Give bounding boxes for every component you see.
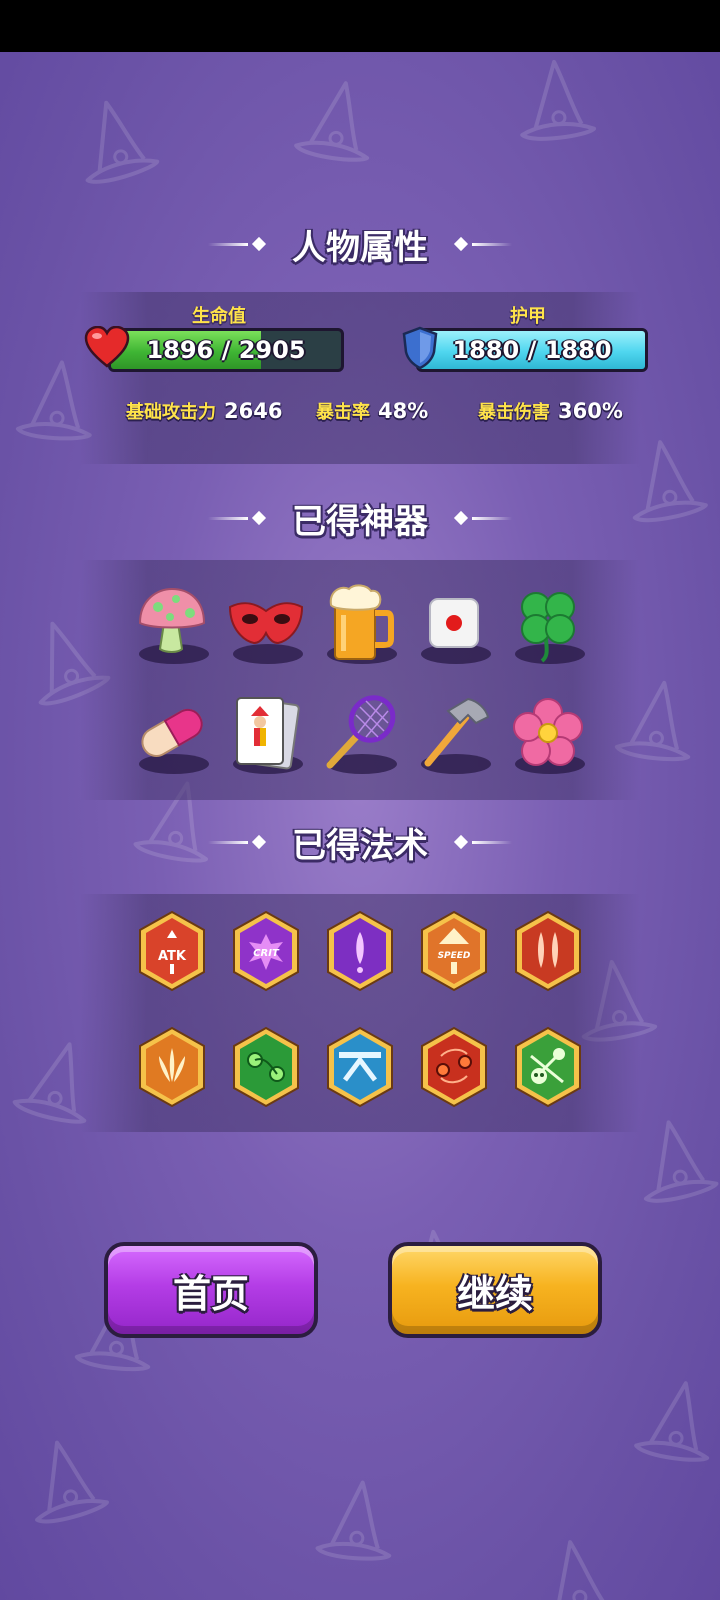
stat-crit-damage: 暴击伤害 360% — [478, 398, 623, 424]
title-decoration-left — [208, 834, 270, 850]
spell-badge[interactable] — [313, 894, 407, 1010]
spell-badge[interactable]: ATK — [125, 894, 219, 1010]
beer-mug-icon — [329, 584, 394, 660]
wizard-hat-pattern-icon — [294, 81, 370, 162]
spell-badge[interactable] — [501, 1010, 595, 1126]
spell-badge[interactable] — [125, 1010, 219, 1126]
fire-orbs-badge-icon — [421, 1026, 487, 1108]
artifact-item[interactable] — [219, 568, 313, 678]
crit-badge-icon: CRIT — [233, 910, 299, 992]
title-decoration-left — [208, 236, 270, 252]
artifact-item[interactable] — [407, 678, 501, 788]
armor-bar: 1880 / 1880 — [416, 328, 648, 372]
artifact-item[interactable] — [125, 568, 219, 678]
artifacts-title: 已得神器 — [0, 488, 720, 548]
title-decoration-left — [208, 510, 270, 526]
spell-badge[interactable]: SPEED — [407, 894, 501, 1010]
stat-base-attack: 基础攻击力 2646 — [126, 398, 282, 424]
stat-crit-damage-label: 暴击伤害 — [478, 402, 550, 423]
dice-icon — [429, 598, 479, 648]
artifact-item[interactable] — [501, 678, 595, 788]
stat-base-attack-label: 基础攻击力 — [126, 402, 216, 423]
stat-crit-rate-label: 暴击率 — [316, 402, 370, 423]
tennis-racket-icon — [326, 695, 396, 769]
spell-badge[interactable]: CRIT — [219, 894, 313, 1010]
spell-text-crit: CRIT — [253, 948, 280, 959]
pink-flower-icon — [513, 698, 583, 766]
spells-title: 已得法术 — [0, 812, 720, 872]
spells-panel: ATK CRIT SPEED — [80, 894, 640, 1132]
skull-chain-badge-icon — [515, 1026, 581, 1108]
spell-badge[interactable] — [501, 894, 595, 1010]
shield-icon — [402, 326, 438, 370]
spell-text-speed: SPEED — [438, 951, 471, 961]
title-decoration-right — [450, 510, 512, 526]
wizard-hat-pattern-icon — [315, 1480, 392, 1561]
mushroom-icon — [138, 587, 206, 653]
artifact-item[interactable] — [125, 678, 219, 788]
artifacts-grid — [125, 568, 595, 788]
heart-icon — [84, 326, 130, 368]
speed-up-badge-icon: SPEED — [421, 910, 487, 992]
stat-crit-damage-value: 360% — [558, 399, 623, 423]
spell-text-atk: ATK — [158, 949, 187, 964]
hp-value: 1896 / 2905 — [146, 336, 306, 364]
wizard-hat-pattern-icon — [542, 1540, 618, 1600]
pill-capsule-icon — [141, 708, 203, 757]
armor-value: 1880 / 1880 — [452, 336, 612, 364]
armor-label: 护甲 — [510, 306, 546, 327]
title-decoration-right — [450, 834, 512, 850]
artifact-item[interactable] — [501, 568, 595, 678]
spread-shot-badge-icon — [139, 1026, 205, 1108]
home-button[interactable]: 首页 — [104, 1242, 318, 1338]
arrow-shot-badge-icon — [327, 910, 393, 992]
artifacts-title-text: 已得神器 — [292, 501, 428, 542]
stat-crit-rate-value: 48% — [378, 399, 429, 423]
attributes-title: 人物属性 — [0, 214, 720, 274]
bounce-arrow-badge-icon — [327, 1026, 393, 1108]
wizard-hat-pattern-icon — [520, 59, 597, 141]
wizard-hat-pattern-icon — [634, 1381, 710, 1462]
mask-icon — [228, 602, 304, 645]
stat-crit-rate: 暴击率 48% — [316, 398, 428, 424]
attributes-title-text: 人物属性 — [292, 227, 428, 268]
artifact-item[interactable] — [407, 568, 501, 678]
wizard-hat-pattern-icon — [35, 1440, 109, 1524]
artifact-item[interactable] — [219, 678, 313, 788]
artifacts-panel — [80, 560, 640, 800]
spells-grid: ATK CRIT SPEED — [125, 894, 595, 1126]
stat-base-attack-value: 2646 — [224, 399, 283, 423]
spell-badge[interactable] — [313, 1010, 407, 1126]
double-arrow-badge-icon — [515, 910, 581, 992]
spell-badge[interactable] — [407, 1010, 501, 1126]
attack-up-badge-icon: ATK — [139, 910, 205, 992]
hp-label: 生命值 — [192, 306, 246, 327]
attributes-panel: 生命值 1896 / 2905 护甲 1880 / 1880 基础攻击力 264… — [80, 292, 648, 464]
status-bar — [0, 0, 720, 52]
spell-badge[interactable] — [219, 1010, 313, 1126]
hp-bar: 1896 / 2905 — [108, 328, 344, 372]
artifact-item[interactable] — [313, 678, 407, 788]
artifact-item[interactable] — [313, 568, 407, 678]
hammer-icon — [424, 697, 490, 767]
spells-title-text: 已得法术 — [292, 825, 428, 866]
wizard-hat-pattern-icon — [85, 100, 160, 184]
poison-orbs-badge-icon — [233, 1026, 299, 1108]
continue-button[interactable]: 继续 — [388, 1242, 602, 1338]
title-decoration-right — [450, 236, 512, 252]
four-leaf-clover-icon — [521, 592, 575, 663]
joker-card-icon — [236, 697, 300, 770]
